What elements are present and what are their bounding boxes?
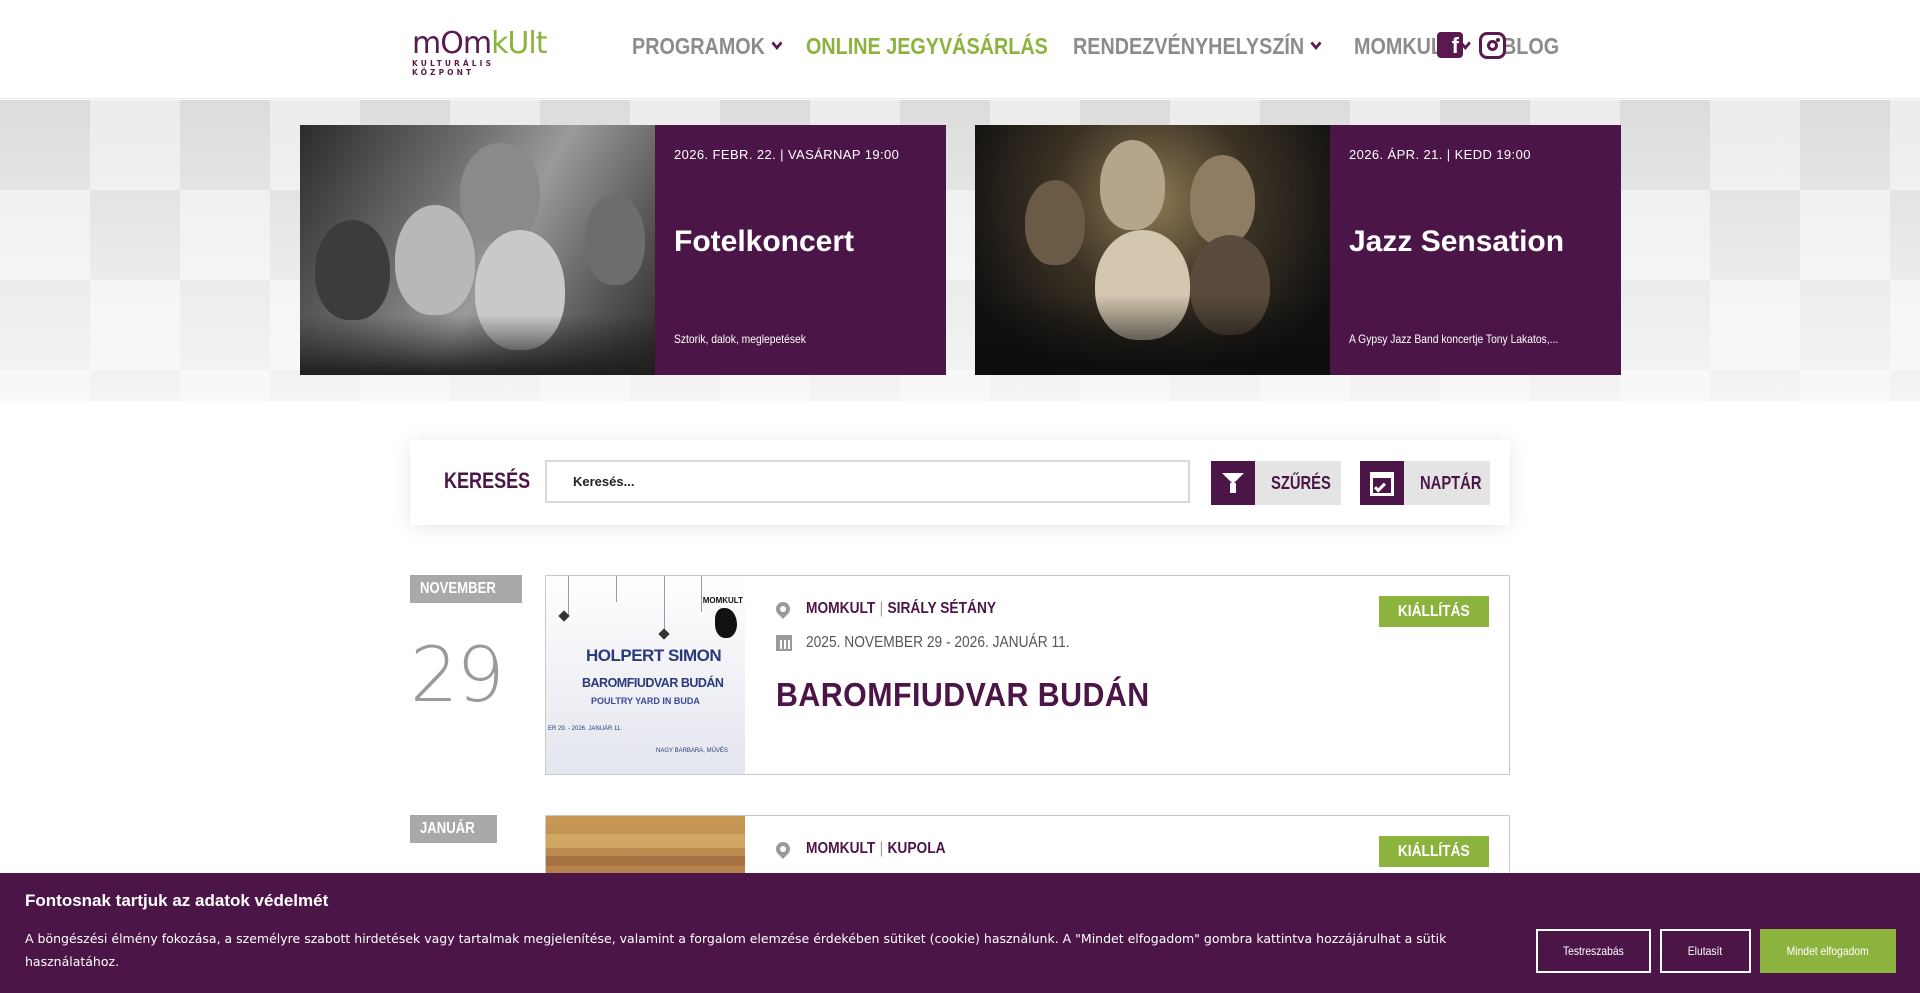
poster-dates: ER 29. - 2026. JANUÁR 11. [548, 726, 622, 732]
event-dates: 2025. NOVEMBER 29 - 2026. JANUÁR 11. [776, 634, 1113, 652]
event-title-link[interactable]: BAROMFIUDVAR BUDÁN [776, 676, 1150, 714]
nav-item-rendezvenyhelyszin[interactable]: RENDEZVÉNYHELYSZÍN [1072, 32, 1322, 60]
nav-item-online-jegyvasarlas[interactable]: ONLINE JEGYVÁSÁRLÁS [806, 33, 1048, 60]
category-badge[interactable]: KIÁLLÍTÁS [1379, 596, 1489, 627]
event-title[interactable]: Jazz Sensation [1349, 225, 1564, 259]
event-date: 2026. FEBR. 22. | VASÁRNAP 19:00 [674, 147, 900, 162]
search-input[interactable] [545, 460, 1190, 503]
cookie-reject-button[interactable]: Elutasít [1660, 929, 1751, 973]
day-number: 29 [410, 630, 505, 719]
category-label: KIÁLLÍTÁS [1398, 602, 1471, 620]
featured-events-hero: 2026. FEBR. 22. | VASÁRNAP 19:00 Fotelko… [0, 100, 1920, 401]
poster-brand: MOMKULT [702, 596, 743, 605]
poster-title: HOLPERT SIMON [586, 646, 722, 665]
event-subtitle: A Gypsy Jazz Band koncertje Tony Lakatos… [1349, 332, 1559, 346]
cookie-title: Fontosnak tartjuk az adatok védelmét [25, 891, 329, 910]
event-list-item[interactable]: MOMKULT HOLPERT SIMON BAROMFIUDVAR BUDÁN… [545, 575, 1510, 775]
logo-text-main: mOm [412, 26, 492, 61]
nav-label: BLOG [1502, 32, 1560, 59]
chevron-down-icon [1310, 36, 1322, 50]
chevron-down-icon [771, 36, 783, 50]
featured-event-info: 2026. ÁPR. 21. | KEDD 19:00 Jazz Sensati… [1330, 125, 1621, 375]
poster-credits: NAGY BARBARA, MŰVÉS [656, 748, 728, 754]
event-date-range: 2025. NOVEMBER 29 - 2026. JANUÁR 11. [806, 634, 1070, 651]
category-badge[interactable]: KIÁLLÍTÁS [1379, 836, 1489, 867]
room-link[interactable]: KUPOLA [887, 840, 945, 857]
calendar-button[interactable]: NAPTÁR [1360, 461, 1490, 505]
search-label: KERESÉS [444, 468, 531, 493]
instagram-icon[interactable] [1479, 32, 1506, 59]
facebook-icon[interactable]: f [1437, 32, 1463, 58]
venue-link[interactable]: MOMKULT [806, 600, 875, 617]
cookie-consent-banner: Fontosnak tartjuk az adatok védelmét A b… [0, 873, 1920, 993]
calendar-icon [776, 635, 792, 651]
calendar-label: NAPTÁR [1420, 472, 1482, 493]
featured-event-card[interactable]: 2026. ÁPR. 21. | KEDD 19:00 Jazz Sensati… [975, 125, 1621, 375]
featured-event-image [300, 125, 655, 375]
featured-event-info: 2026. FEBR. 22. | VASÁRNAP 19:00 Fotelko… [655, 125, 946, 375]
filter-button[interactable]: SZŰRÉS [1211, 461, 1341, 505]
event-location: MOMKULT | SIRÁLY SÉTÁNY [773, 599, 1027, 619]
logo-text-accent: kUlt [491, 26, 547, 61]
category-label: KIÁLLÍTÁS [1398, 842, 1471, 860]
button-label: Elutasít [1688, 944, 1723, 958]
event-poster-image[interactable]: MOMKULT HOLPERT SIMON BAROMFIUDVAR BUDÁN… [546, 576, 745, 774]
cookie-customize-button[interactable]: Testreszabás [1536, 929, 1651, 973]
rooster-icon [715, 608, 737, 638]
site-header: mOmkUlt KULTURÁLIS KÖZPONT PROGRAMOK ONL… [0, 0, 1920, 99]
event-date: 2026. ÁPR. 21. | KEDD 19:00 [1349, 147, 1531, 162]
cookie-description: A böngészési élmény fokozása, a személyr… [25, 931, 1447, 969]
poster-subtitle: BAROMFIUDVAR BUDÁN [582, 676, 724, 690]
nav-label: PROGRAMOK [632, 32, 765, 59]
featured-event-card[interactable]: 2026. FEBR. 22. | VASÁRNAP 19:00 Fotelko… [300, 125, 946, 375]
search-panel: KERESÉS SZŰRÉS NAPTÁR [410, 440, 1510, 525]
momkult-logo[interactable]: mOmkUlt KULTURÁLIS KÖZPONT [412, 26, 554, 78]
nav-label: ONLINE JEGYVÁSÁRLÁS [805, 32, 1048, 59]
nav-label: RENDEZVÉNYHELYSZÍN [1072, 32, 1304, 59]
button-label: Testreszabás [1563, 944, 1624, 958]
month-tag: JANUÁR [410, 815, 497, 843]
room-link[interactable]: SIRÁLY SÉTÁNY [887, 600, 996, 617]
calendar-check-icon [1360, 461, 1404, 505]
location-pin-icon [773, 599, 793, 619]
button-label: Mindet elfogadom [1786, 944, 1870, 958]
event-subtitle: Sztorik, dalok, meglepetések [674, 332, 806, 346]
featured-event-image [975, 125, 1330, 375]
event-title[interactable]: Fotelkoncert [674, 225, 854, 259]
month-label: JANUÁR [420, 820, 475, 837]
month-tag: NOVEMBER [410, 575, 523, 603]
cookie-accept-all-button[interactable]: Mindet elfogadom [1760, 929, 1896, 973]
event-location: MOMKULT | KUPOLA [773, 839, 968, 859]
filter-icon [1211, 461, 1255, 505]
nav-item-programok[interactable]: PROGRAMOK [632, 32, 783, 60]
venue-link[interactable]: MOMKULT [806, 840, 875, 857]
poster-subtitle-en: POULTRY YARD IN BUDA [591, 696, 700, 706]
logo-subtitle: KULTURÁLIS KÖZPONT [412, 59, 495, 77]
nav-item-blog[interactable]: BLOG [1502, 33, 1559, 60]
month-label: NOVEMBER [420, 580, 496, 597]
location-pin-icon [773, 839, 793, 859]
filter-label: SZŰRÉS [1271, 472, 1331, 493]
